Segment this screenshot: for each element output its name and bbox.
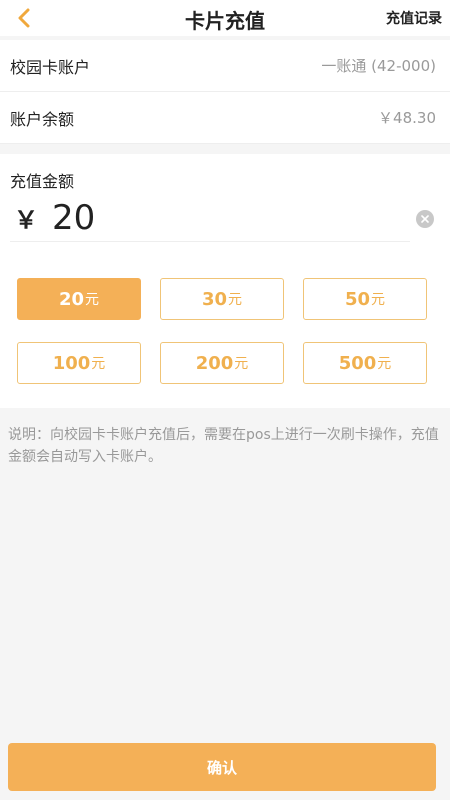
preset-30-button[interactable]: 30 元 (160, 278, 284, 320)
account-label: 校园卡账户 (10, 57, 91, 77)
preset-20-button[interactable]: 20 元 (17, 278, 141, 320)
balance-row: 账户余额 ￥48.30 (0, 92, 450, 144)
balance-label: 账户余额 (10, 109, 75, 129)
preset-50-button[interactable]: 50 元 (303, 278, 427, 320)
recharge-amount-label: 充值金额 (10, 172, 75, 191)
amount-input[interactable]: ￥ 20 (10, 194, 410, 242)
currency-symbol: ￥ (14, 206, 38, 234)
preset-unit: 元 (85, 292, 100, 308)
recharge-history-link[interactable]: 充值记录 (386, 8, 442, 28)
account-row: 校园卡账户 一账通 (42-000) (0, 40, 450, 92)
clear-amount-button[interactable] (416, 210, 434, 228)
back-button[interactable] (10, 4, 38, 32)
clear-icon (421, 215, 429, 223)
recharge-amount-section: 充值金额 ￥ 20 (0, 154, 450, 248)
preset-amount: 500 (338, 352, 377, 374)
preset-amount: 100 (52, 352, 91, 374)
recharge-description: 说明：向校园卡卡账户充值后，需要在pos上进行一次刷卡操作，充值金额会自动写入卡… (8, 427, 439, 465)
preset-amount: 20 (58, 288, 85, 310)
chevron-left-icon (18, 8, 30, 28)
recharge-screen: 卡片充值 充值记录 校园卡账户 一账通 (42-000) 账户余额 ￥48.30… (0, 0, 450, 800)
header-bar: 卡片充值 充值记录 (0, 0, 450, 36)
confirm-button[interactable]: 确认 (8, 743, 436, 791)
amount-value: 20 (52, 197, 96, 238)
page-title: 卡片充值 (185, 9, 265, 33)
preset-unit: 元 (371, 292, 386, 308)
account-info: 校园卡账户 一账通 (42-000) 账户余额 ￥48.30 (0, 40, 450, 144)
preset-unit: 元 (228, 292, 243, 308)
preset-unit: 元 (91, 356, 106, 372)
preset-100-button[interactable]: 100 元 (17, 342, 141, 384)
preset-unit: 元 (234, 356, 249, 372)
preset-200-button[interactable]: 200 元 (160, 342, 284, 384)
preset-amount: 30 (201, 288, 228, 310)
preset-unit: 元 (377, 356, 392, 372)
preset-amount: 200 (195, 352, 234, 374)
preset-amounts: 20 元 30 元 50 元 100 元 200 元 500 元 (0, 248, 450, 408)
balance-value: ￥48.30 (378, 109, 436, 127)
preset-amount: 50 (344, 288, 371, 310)
preset-500-button[interactable]: 500 元 (303, 342, 427, 384)
account-value: 一账通 (42-000) (321, 57, 436, 75)
